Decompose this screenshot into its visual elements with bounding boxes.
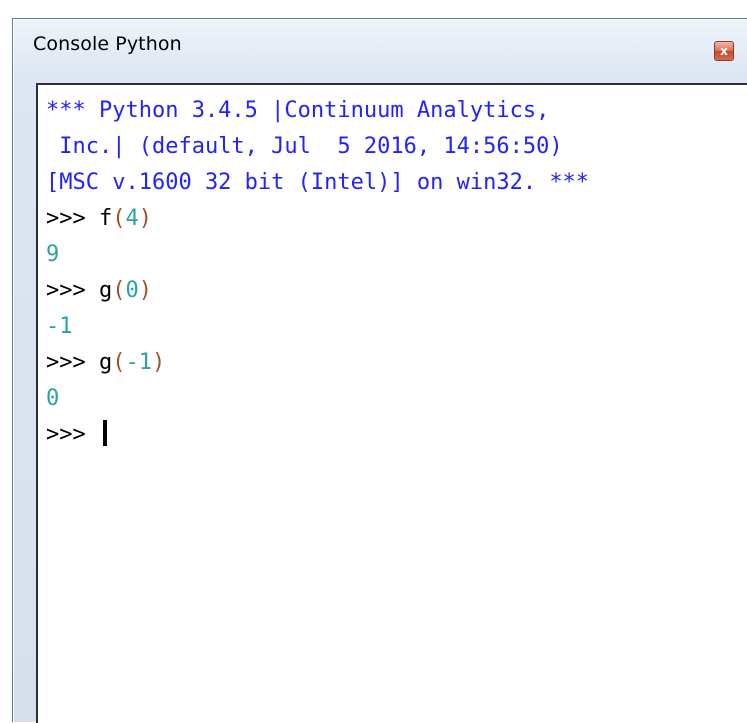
prompt-marker: >>> [46, 350, 99, 375]
argument-value: 4 [125, 206, 139, 231]
function-name: g [98, 278, 113, 303]
python-console-window: Console Python x *** Python 3.4.5 |Conti… [12, 18, 747, 723]
input-line: >>> f(4) [46, 201, 747, 237]
console-output-area[interactable]: *** Python 3.4.5 |Continuum Analytics, I… [36, 83, 747, 723]
close-button[interactable]: x [714, 41, 734, 61]
banner-line: [MSC v.1600 32 bit (Intel)] on win32. **… [46, 170, 590, 195]
argument-value: -1 [125, 350, 152, 375]
text-cursor [102, 420, 107, 446]
prompt-marker: >>> [46, 278, 99, 303]
function-name: f [98, 206, 113, 231]
close-paren: ) [151, 350, 166, 375]
argument-value: 0 [125, 278, 139, 303]
prompt-marker: >>> [46, 206, 99, 231]
banner-line: *** Python 3.4.5 |Continuum Analytics, [46, 98, 550, 123]
input-line: >>> g(-1) [46, 345, 747, 381]
function-name: g [98, 350, 113, 375]
open-paren: ( [112, 350, 126, 375]
output-line: 0 [46, 386, 60, 411]
output-line: -1 [46, 314, 73, 339]
input-line: >>> g(0) [46, 273, 747, 309]
console-text[interactable]: *** Python 3.4.5 |Continuum Analytics, I… [46, 93, 747, 723]
window-title: Console Python [33, 33, 182, 55]
close-icon: x [720, 44, 728, 58]
current-input-line[interactable]: >>> [46, 417, 747, 453]
open-paren: ( [112, 278, 126, 303]
prompt-marker: >>> [46, 422, 99, 447]
close-paren: ) [138, 206, 152, 231]
output-line: 9 [46, 242, 60, 267]
open-paren: ( [112, 206, 126, 231]
title-bar[interactable]: Console Python x [13, 19, 747, 75]
close-paren: ) [138, 278, 152, 303]
banner-line: Inc.| (default, Jul 5 2016, 14:56:50) [46, 134, 563, 159]
